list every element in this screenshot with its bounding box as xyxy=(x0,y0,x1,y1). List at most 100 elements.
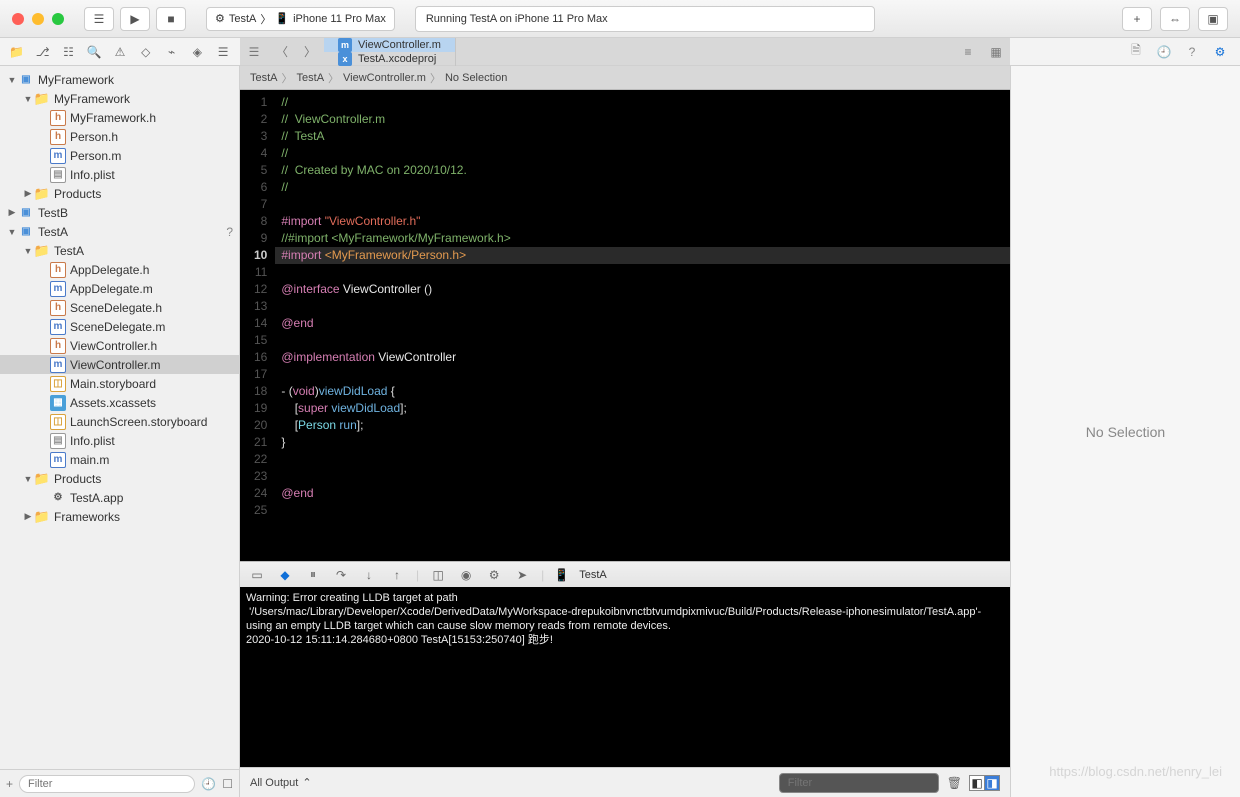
editor-options-icon[interactable]: ≡ xyxy=(954,38,982,65)
editor-tab[interactable]: xTestA.xcodeproj xyxy=(324,52,456,66)
source-control-navigator-icon[interactable]: ⎇ xyxy=(30,38,56,65)
history-inspector-icon[interactable]: 🕘 xyxy=(1152,45,1176,59)
run-button[interactable]: ▶ xyxy=(120,7,150,31)
step-into-icon[interactable]: ↓ xyxy=(360,568,378,582)
tree-item[interactable]: hMyFramework.h xyxy=(0,108,239,127)
adjust-editor-icon[interactable]: ▦ xyxy=(982,38,1010,65)
device-icon: 📱 xyxy=(275,12,289,25)
stop-button[interactable]: ■ xyxy=(156,7,186,31)
scheme-app: TestA xyxy=(229,13,257,25)
tree-item[interactable]: ▼📁TestA xyxy=(0,241,239,260)
disclosure-icon[interactable]: ▼ xyxy=(22,474,34,484)
tree-item[interactable]: mPerson.m xyxy=(0,146,239,165)
activity-status: Running TestA on iPhone 11 Pro Max xyxy=(415,6,875,32)
memory-graph-icon[interactable]: ◉ xyxy=(457,568,475,582)
h-icon: h xyxy=(50,338,66,354)
disclosure-icon[interactable]: ▼ xyxy=(22,94,34,104)
clear-console-icon[interactable]: 🗑 xyxy=(947,776,962,790)
tree-item[interactable]: ▼▣MyFramework xyxy=(0,70,239,89)
test-navigator-icon[interactable]: ◇ xyxy=(133,38,159,65)
forward-button[interactable]: 〉 xyxy=(296,38,324,65)
tree-item[interactable]: hViewController.h xyxy=(0,336,239,355)
zoom-window-button[interactable] xyxy=(52,13,64,25)
debug-target-label[interactable]: TestA xyxy=(579,569,607,581)
source-editor[interactable]: 1234567891011121314151617181920212223242… xyxy=(240,90,1010,561)
file-tree[interactable]: ▼▣MyFramework▼📁MyFrameworkhMyFramework.h… xyxy=(0,66,239,769)
scm-filter-icon[interactable]: ☐ xyxy=(222,777,233,791)
project-navigator-icon[interactable]: 📁 xyxy=(4,38,30,65)
report-navigator-icon[interactable]: ☰ xyxy=(210,38,236,65)
tree-item[interactable]: ▼▣TestA? xyxy=(0,222,239,241)
tree-item[interactable]: ▼📁MyFramework xyxy=(0,89,239,108)
tree-item-label: TestA.app xyxy=(70,491,123,505)
disclosure-icon[interactable]: ▶ xyxy=(22,188,34,199)
m-icon: m xyxy=(50,452,66,468)
tree-item[interactable]: ▶▣TestB xyxy=(0,203,239,222)
close-window-button[interactable] xyxy=(12,13,24,25)
tree-item[interactable]: ▤Info.plist xyxy=(0,165,239,184)
jump-bar[interactable]: TestA〉TestA〉ViewController.m〉No Selectio… xyxy=(240,66,1010,90)
disclosure-icon[interactable]: ▼ xyxy=(22,246,34,256)
recent-filter-icon[interactable]: 🕘 xyxy=(201,777,216,791)
code-review-button[interactable]: ⇔ xyxy=(1160,7,1190,31)
file-inspector-icon[interactable]: 🗎 xyxy=(1124,41,1148,62)
step-over-icon[interactable]: ↷ xyxy=(332,568,350,582)
tree-item[interactable]: ▦Assets.xcassets xyxy=(0,393,239,412)
tree-item[interactable]: hPerson.h xyxy=(0,127,239,146)
tree-item[interactable]: ▤Info.plist xyxy=(0,431,239,450)
tree-item[interactable]: ▶📁Products xyxy=(0,184,239,203)
tree-item-label: MyFramework xyxy=(54,92,130,106)
back-button[interactable]: 〈 xyxy=(268,38,296,65)
tree-item[interactable]: ◫Main.storyboard xyxy=(0,374,239,393)
find-navigator-icon[interactable]: 🔍 xyxy=(81,38,107,65)
breakpoints-toggle-icon[interactable]: ◆ xyxy=(276,568,294,582)
breadcrumb-item[interactable]: ViewController.m xyxy=(343,72,426,84)
editor-tab[interactable]: mViewController.m xyxy=(324,38,456,52)
location-icon[interactable]: ➤ xyxy=(513,568,531,582)
console-filter-input[interactable] xyxy=(779,773,939,793)
environment-icon[interactable]: ⚙ xyxy=(485,568,503,582)
tree-item[interactable]: ▼📁Products xyxy=(0,469,239,488)
tree-item[interactable]: ⚙TestA.app xyxy=(0,488,239,507)
debug-console[interactable]: Warning: Error creating LLDB target at p… xyxy=(240,587,1010,767)
pause-icon[interactable]: ⏸ xyxy=(304,567,322,582)
disclosure-icon[interactable]: ▼ xyxy=(6,227,18,237)
disclosure-icon[interactable]: ▶ xyxy=(22,511,34,522)
tree-item[interactable]: hAppDelegate.h xyxy=(0,260,239,279)
symbol-navigator-icon[interactable]: ☷ xyxy=(56,38,82,65)
disclosure-icon[interactable]: ▶ xyxy=(6,207,18,218)
tree-item[interactable]: mViewController.m xyxy=(0,355,239,374)
navigator-filter-input[interactable] xyxy=(19,775,195,793)
view-debug-icon[interactable]: ◫ xyxy=(429,568,447,582)
minimize-window-button[interactable] xyxy=(32,13,44,25)
tree-item[interactable]: hSceneDelegate.h xyxy=(0,298,239,317)
hide-debug-icon[interactable]: ▭ xyxy=(248,568,266,582)
breadcrumb-item[interactable]: TestA xyxy=(250,72,278,84)
tree-item[interactable]: mAppDelegate.m xyxy=(0,279,239,298)
attributes-inspector-icon[interactable]: ⚙ xyxy=(1208,45,1232,59)
tree-item[interactable]: mSceneDelegate.m xyxy=(0,317,239,336)
help-inspector-icon[interactable]: ? xyxy=(1180,45,1204,59)
breadcrumb-item[interactable]: TestA xyxy=(297,72,325,84)
tree-item[interactable]: ◫LaunchScreen.storyboard xyxy=(0,412,239,431)
folder-icon: 📁 xyxy=(34,186,50,202)
tab-label: TestA.xcodeproj xyxy=(358,53,436,65)
console-pane-toggle[interactable]: ◧◨ xyxy=(970,775,1000,791)
toggle-inspector-button[interactable]: ▣ xyxy=(1198,7,1228,31)
scheme-selector[interactable]: ⚙︎ TestA 〉 📱 iPhone 11 Pro Max xyxy=(206,7,395,31)
step-out-icon[interactable]: ↑ xyxy=(388,568,406,582)
debug-navigator-icon[interactable]: ⌁ xyxy=(159,38,185,65)
code-content[interactable]: //// ViewController.m// TestA//// Create… xyxy=(275,90,1010,561)
toggle-navigator-button[interactable]: ☰ xyxy=(84,7,114,31)
related-items-icon[interactable]: ☰ xyxy=(240,38,268,65)
breadcrumb-item[interactable]: No Selection xyxy=(445,72,507,84)
disclosure-icon[interactable]: ▼ xyxy=(6,75,18,85)
add-button[interactable]: + xyxy=(1122,7,1152,31)
issue-navigator-icon[interactable]: ⚠ xyxy=(107,38,133,65)
assets-icon: ▦ xyxy=(50,395,66,411)
breakpoint-navigator-icon[interactable]: ◈ xyxy=(184,38,210,65)
console-output-selector[interactable]: All Output ⌃ xyxy=(250,776,312,789)
tree-item[interactable]: ▶📁Frameworks xyxy=(0,507,239,526)
tree-item[interactable]: mmain.m xyxy=(0,450,239,469)
add-file-icon[interactable]: + xyxy=(6,777,13,791)
